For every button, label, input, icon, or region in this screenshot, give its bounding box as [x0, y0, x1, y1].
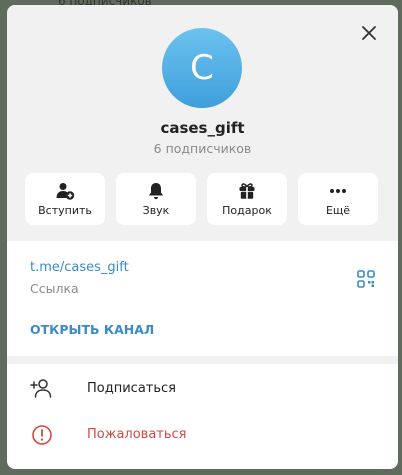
bell-icon — [116, 181, 196, 201]
join-button[interactable]: Вступить — [25, 173, 105, 225]
more-button-label: Ещё — [325, 204, 351, 217]
action-bar: Вступить Звук Подарок Ещё — [25, 173, 378, 225]
more-icon — [298, 181, 378, 201]
channel-header: C cases_gift 6 подписчиков Вступить Звук… — [7, 5, 398, 241]
subscribe-label: Подписаться — [87, 381, 176, 396]
subscriber-count: 6 подписчиков — [153, 141, 252, 156]
channel-name: cases_gift — [160, 119, 245, 137]
sound-button[interactable]: Звук — [116, 173, 196, 225]
channel-link[interactable]: t.me/cases_gift — [30, 260, 129, 275]
close-icon[interactable] — [359, 23, 379, 43]
add-user-icon — [25, 181, 105, 201]
gift-button-label: Подарок — [222, 204, 272, 217]
more-button[interactable]: Ещё — [298, 173, 378, 225]
join-button-label: Вступить — [38, 204, 92, 217]
qr-code-icon[interactable] — [357, 270, 375, 288]
avatar-letter: C — [190, 48, 214, 88]
link-caption: Ссылка — [30, 281, 79, 296]
avatar: C — [162, 28, 242, 108]
gift-button[interactable]: Подарок — [207, 173, 287, 225]
open-channel-button[interactable]: ОТКРЫТЬ КАНАЛ — [30, 322, 154, 337]
report-icon — [30, 423, 54, 447]
add-user-outline-icon — [30, 377, 54, 401]
report-label: Пожаловаться — [87, 427, 187, 442]
link-section: t.me/cases_gift Ссылка ОТКРЫТЬ КАНАЛ — [7, 241, 398, 356]
sound-button-label: Звук — [142, 204, 170, 217]
report-menu-item[interactable]: Пожаловаться — [7, 413, 398, 457]
subscribe-menu-item[interactable]: Подписаться — [7, 367, 398, 411]
channel-info-dialog: C cases_gift 6 подписчиков Вступить Звук… — [7, 5, 398, 469]
gift-icon — [207, 181, 287, 201]
section-divider — [7, 356, 398, 364]
